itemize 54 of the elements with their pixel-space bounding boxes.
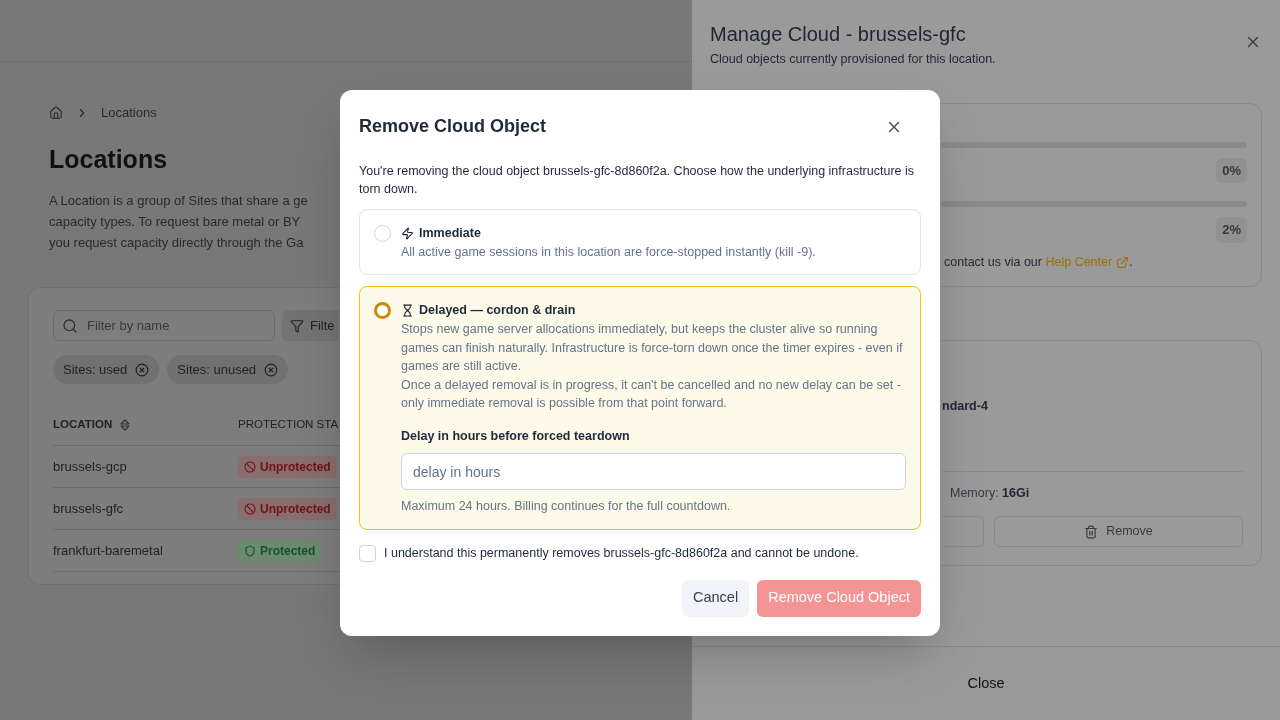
confirm-label: I understand this permanently removes brussels-gfc-8d860f2a and cannot be undone. [384,545,859,562]
option-description: Once a delayed removal is in progress, it can't be cancelled and no new delay can be set - only immediate removal is possible from that point forward. [401,376,902,412]
sort-icon[interactable] [120,418,131,431]
filter-chip[interactable]: Sites: used [53,355,160,384]
option-label: Delayed — cordon & drain [419,302,576,320]
page-title: Locations [49,143,168,175]
remove-chip-icon [135,362,150,377]
home-icon[interactable] [49,105,63,120]
hourglass-icon [401,304,414,318]
dialog-title: Remove Cloud Object [359,115,547,138]
cancel-button[interactable]: Cancel [682,579,750,617]
radio-button[interactable] [374,302,391,320]
table-cell-text: frankfurt-baremetal [53,541,164,560]
option-card[interactable]: Immediate All active game sessions in this location are force-stopped instantly (kill -9). [359,209,921,276]
option-description: All active game sessions in this location are force-stopped instantly (kill -9). [401,243,817,261]
lightning-icon [401,226,414,240]
option-label: Immediate [419,225,481,242]
delay-input[interactable]: delay in hours [401,453,906,491]
ban-icon [244,502,256,515]
filter-button[interactable]: Filte [282,310,339,341]
percent-badge: 2% [1216,217,1247,243]
column-header: LOCATION [53,416,113,432]
funnel-icon [290,318,304,333]
option-card[interactable] [359,286,921,530]
machine-type: ndard-4 [942,398,988,413]
breadcrumb-link[interactable]: Locations [101,103,157,123]
percent-badge: 0% [1216,157,1247,184]
status-badge: Protected [238,539,322,562]
page-description: A Location is a group of Sites that share a ge capacity types. To request bare metal or BY you request capacity directly through the Ga [49,192,309,252]
remove-chip-icon [264,362,279,377]
checkbox[interactable] [359,544,376,562]
field-label: Delay in hours before forced teardown [401,427,631,445]
column-header: PROTECTION STA [238,416,339,432]
radio-button[interactable] [374,225,391,242]
memory-spec: Memory: 16Gi [950,485,1030,500]
option-description: Stops new game server allocations immediately, but keeps the cluster alive so running games can finish naturally. Infrastructure is force-torn down once the timer expires - even if games are still active. [401,321,904,375]
dialog-description: You're removing the cloud object brussels-gfc-8d860f2a. Choose how the underlying infrastructure is torn down. [359,163,916,198]
status-badge: Unprotected [238,497,337,520]
table-cell-text: brussels-gcp [53,457,128,476]
help-text: contact us via our Help Center . [941,252,1247,272]
ban-icon [244,460,256,473]
drawer-subtitle: Cloud objects currently provisioned for this location. [710,51,996,68]
external-link-icon [1116,255,1130,269]
field-hint: Maximum 24 hours. Billing continues for the full countdown. [401,498,732,516]
trash-icon [1084,524,1099,539]
search-field[interactable]: Filter by name [53,310,275,341]
search-icon [62,318,78,334]
remove-button[interactable]: Remove [994,516,1243,548]
table-cell-text: brussels-gfc [53,499,125,518]
drawer-title: Manage Cloud - brussels-gfc [710,22,967,47]
close-drawer-button[interactable]: Close [967,672,1005,695]
filter-chip[interactable]: Sites: unused [167,355,289,384]
shield-icon [244,544,256,557]
status-badge: Unprotected [238,455,337,478]
